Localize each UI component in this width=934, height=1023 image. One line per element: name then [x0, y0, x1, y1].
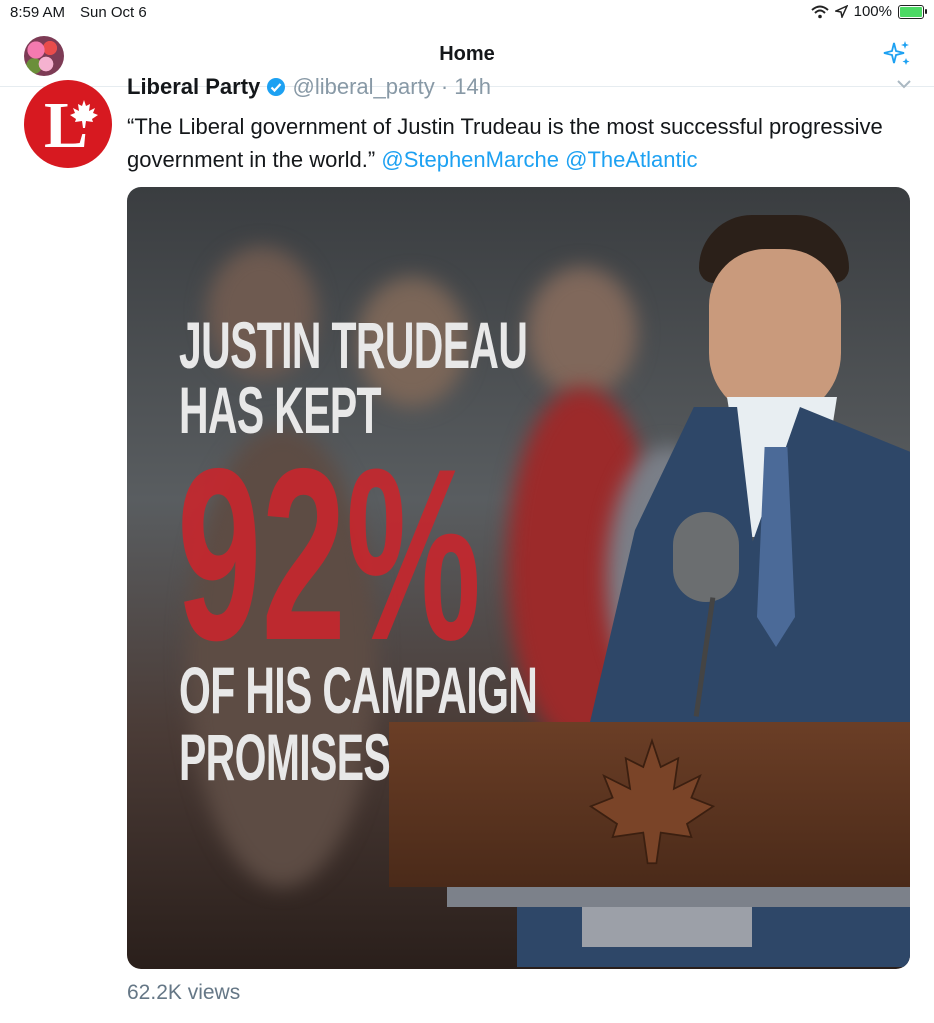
verified-badge-icon — [267, 78, 286, 96]
mention-link[interactable]: @TheAtlantic — [565, 147, 697, 172]
face-shape — [709, 249, 841, 419]
status-time: 8:59 AM — [10, 4, 66, 21]
maple-leaf-icon — [70, 100, 98, 128]
podium-stand-shape — [582, 907, 752, 947]
chevron-down-icon[interactable] — [896, 78, 912, 90]
separator-dot: · — [440, 74, 449, 99]
maple-leaf-icon — [588, 737, 716, 865]
tweet-author-avatar[interactable]: L — [24, 80, 112, 168]
microphone-shape — [673, 512, 739, 602]
tweet-text: “The Liberal government of Justin Trudea… — [127, 110, 907, 176]
sparkle-icon[interactable] — [882, 39, 912, 69]
battery-icon — [898, 4, 927, 19]
media-headline-line: PROMISES — [179, 720, 391, 794]
battery-percent: 100% — [853, 3, 892, 20]
mention-link[interactable]: @StephenMarche — [381, 147, 559, 172]
media-headline-line: OF HIS CAMPAIGN — [179, 653, 538, 727]
tweet-time[interactable]: 14h — [454, 74, 491, 99]
podium-base-shape — [447, 887, 910, 907]
tweet-media-image[interactable]: JUSTIN TRUDEAU HAS KEPT 92% OF HIS CAMPA… — [127, 187, 910, 969]
status-bar: 8:59 AM Sun Oct 6 100% — [0, 0, 934, 26]
bg-shape — [527, 267, 637, 397]
author-handle[interactable]: @liberal_party — [293, 74, 435, 99]
author-name[interactable]: Liberal Party — [127, 74, 260, 99]
location-arrow-icon — [834, 5, 848, 18]
status-date: Sun Oct 6 — [80, 4, 147, 21]
media-headline-line: JUSTIN TRUDEAU — [179, 308, 528, 382]
status-indicators: 100% — [810, 3, 927, 20]
wifi-icon — [810, 5, 829, 18]
media-percent: 92% — [177, 417, 482, 691]
page-title: Home — [439, 43, 495, 65]
view-count: 62.2K views — [127, 981, 241, 1004]
tweet-header: Liberal Party @liberal_party · 14h — [127, 74, 491, 100]
